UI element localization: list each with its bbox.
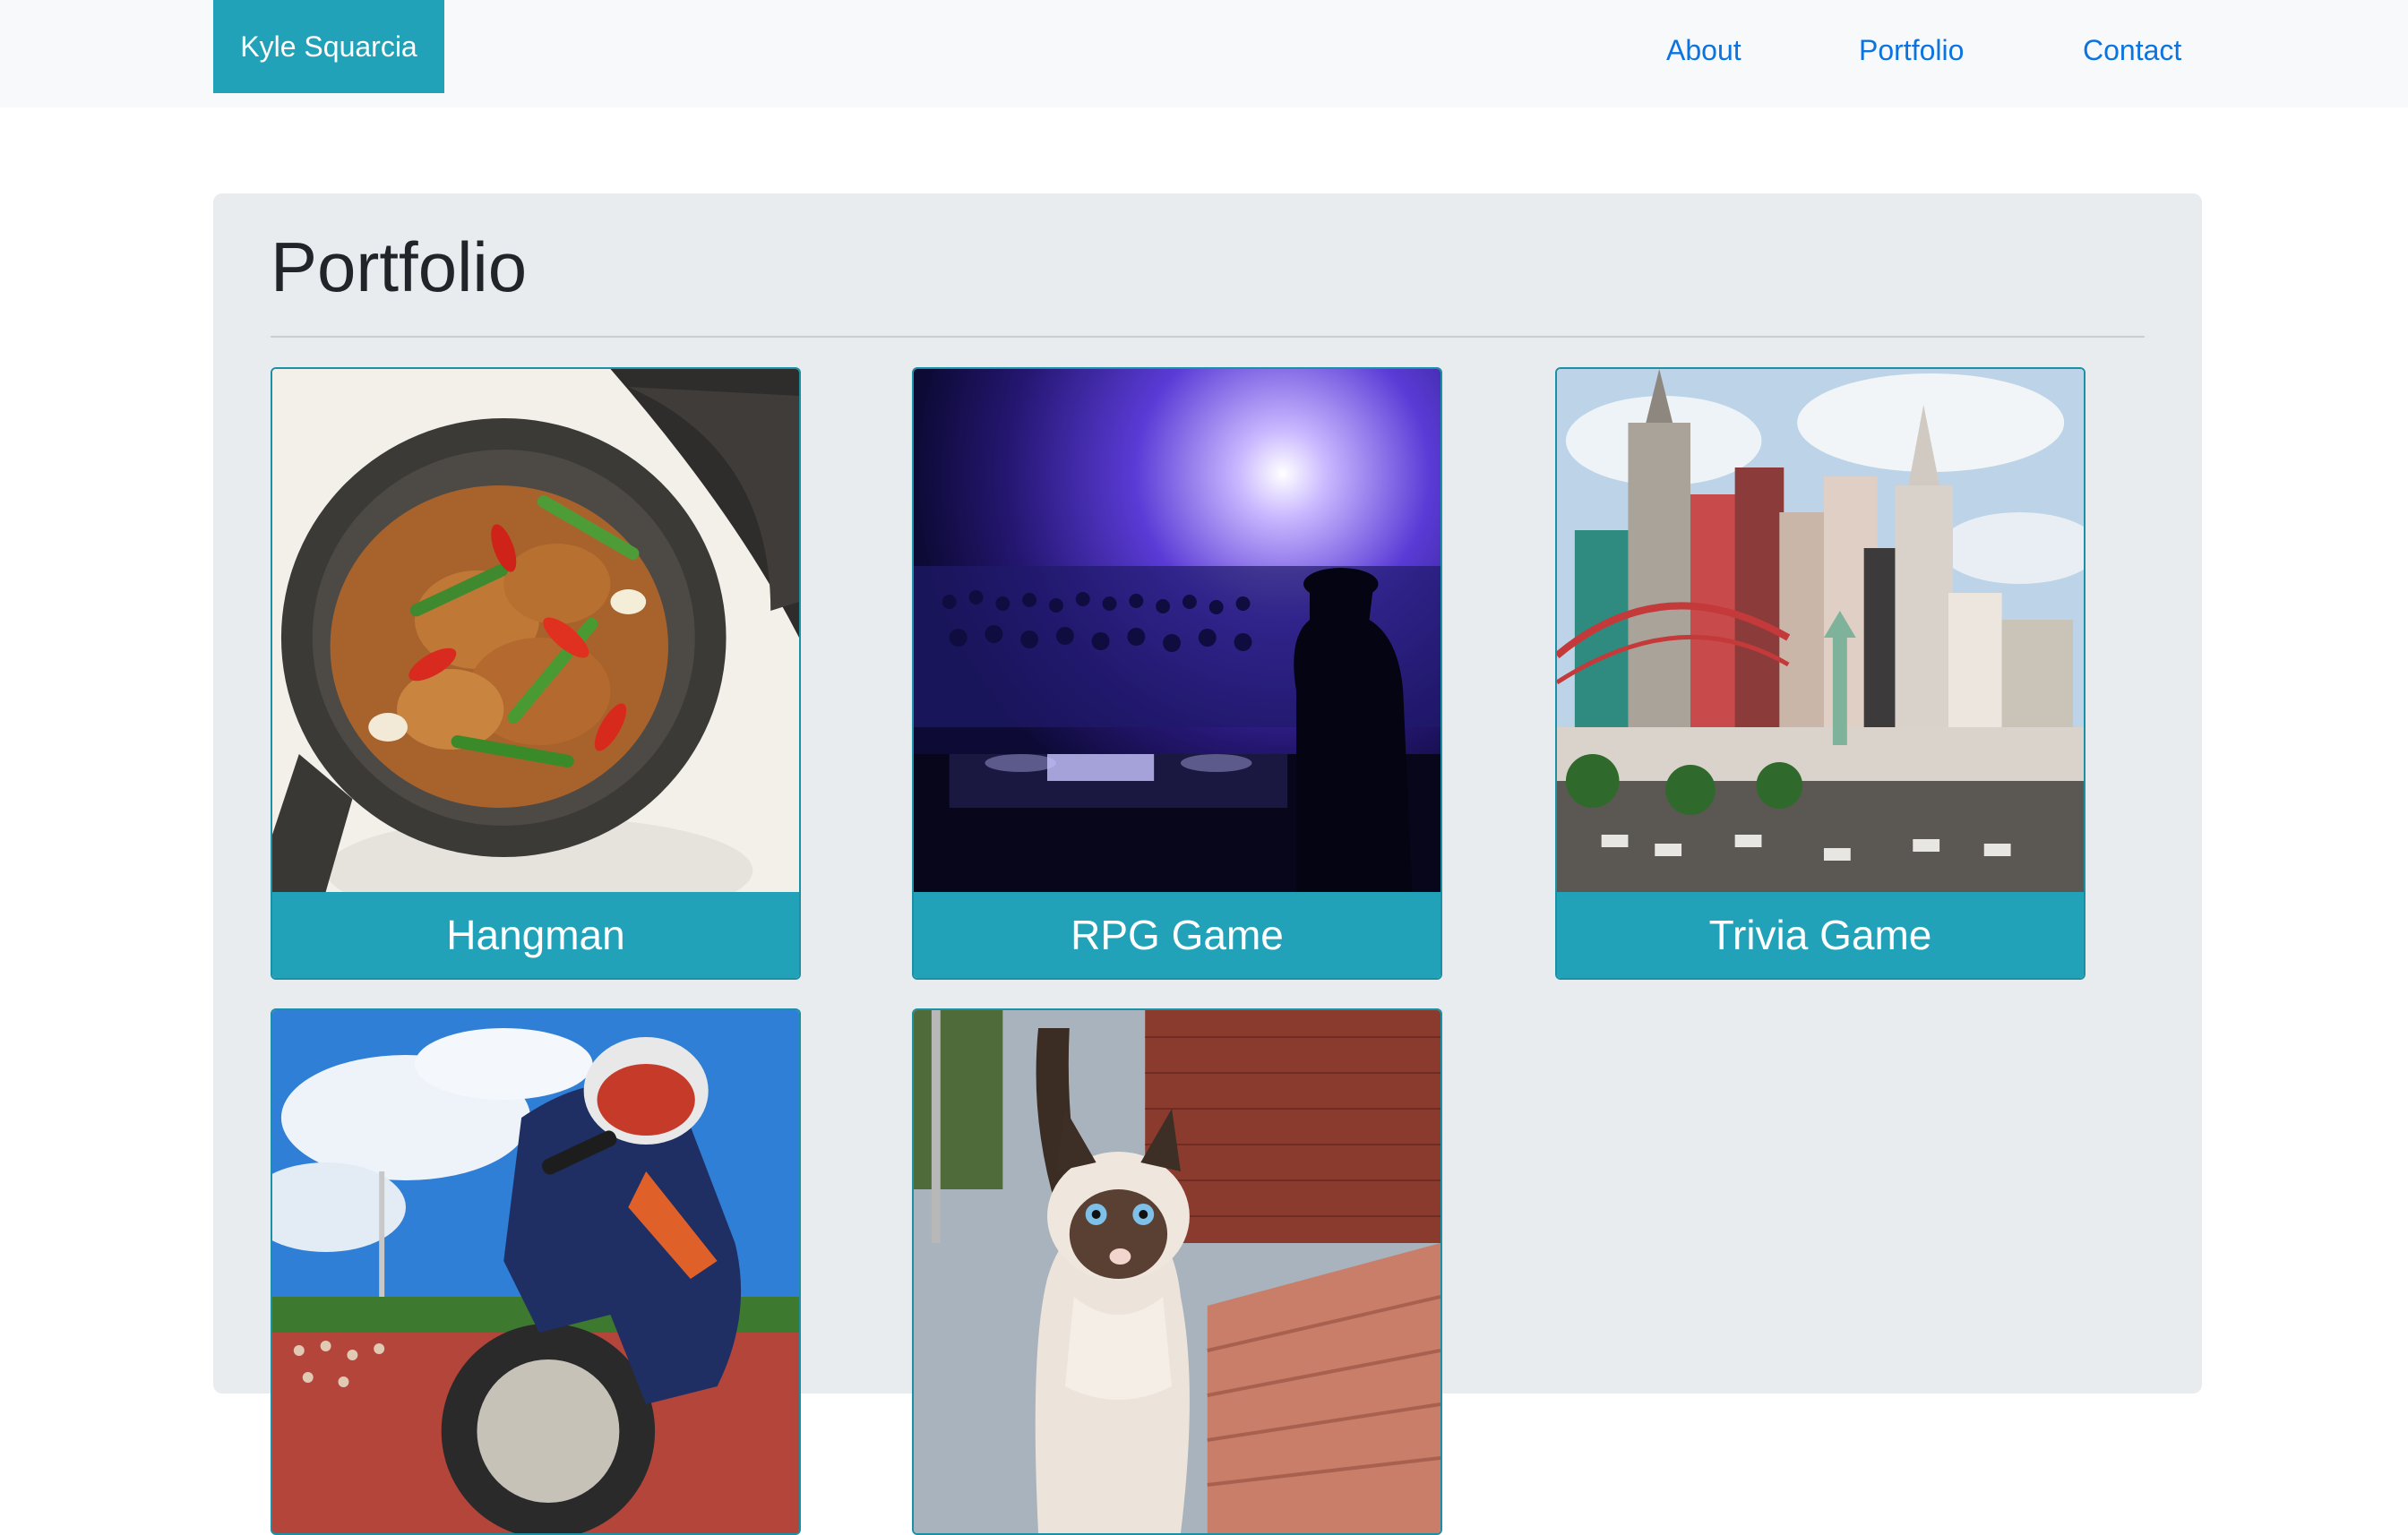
page-title: Portfolio (271, 227, 528, 306)
nav-link-portfolio[interactable]: Portfolio (1859, 30, 1964, 70)
project-image-food[interactable] (272, 369, 799, 892)
project-title-trivia-game: Trivia Game (1557, 892, 2084, 978)
portfolio-panel: Portfolio Hangman RPG Game Trivia Game (213, 193, 2202, 1535)
brand-logo-link[interactable]: Kyle Squarcia (213, 0, 444, 93)
navbar: Kyle Squarcia About Portfolio Contact (0, 0, 2408, 107)
nav-link-contact[interactable]: Contact (2083, 30, 2181, 70)
nav-link-about[interactable]: About (1666, 30, 1742, 70)
project-card-rpg-game[interactable]: RPG Game (912, 367, 1442, 980)
project-card-hangman[interactable]: Hangman (271, 367, 801, 980)
title-divider (271, 336, 2145, 338)
project-title-hangman: Hangman (272, 892, 799, 978)
project-image-cat[interactable] (914, 1010, 1440, 1533)
project-image-concert[interactable] (914, 369, 1440, 892)
project-title-rpg-game: RPG Game (914, 892, 1440, 978)
project-card-cat[interactable] (912, 1008, 1442, 1535)
project-image-motocross[interactable] (272, 1010, 799, 1533)
project-card-motocross[interactable] (271, 1008, 801, 1535)
project-card-trivia-game[interactable]: Trivia Game (1555, 367, 2086, 980)
project-image-city[interactable] (1557, 369, 2084, 892)
